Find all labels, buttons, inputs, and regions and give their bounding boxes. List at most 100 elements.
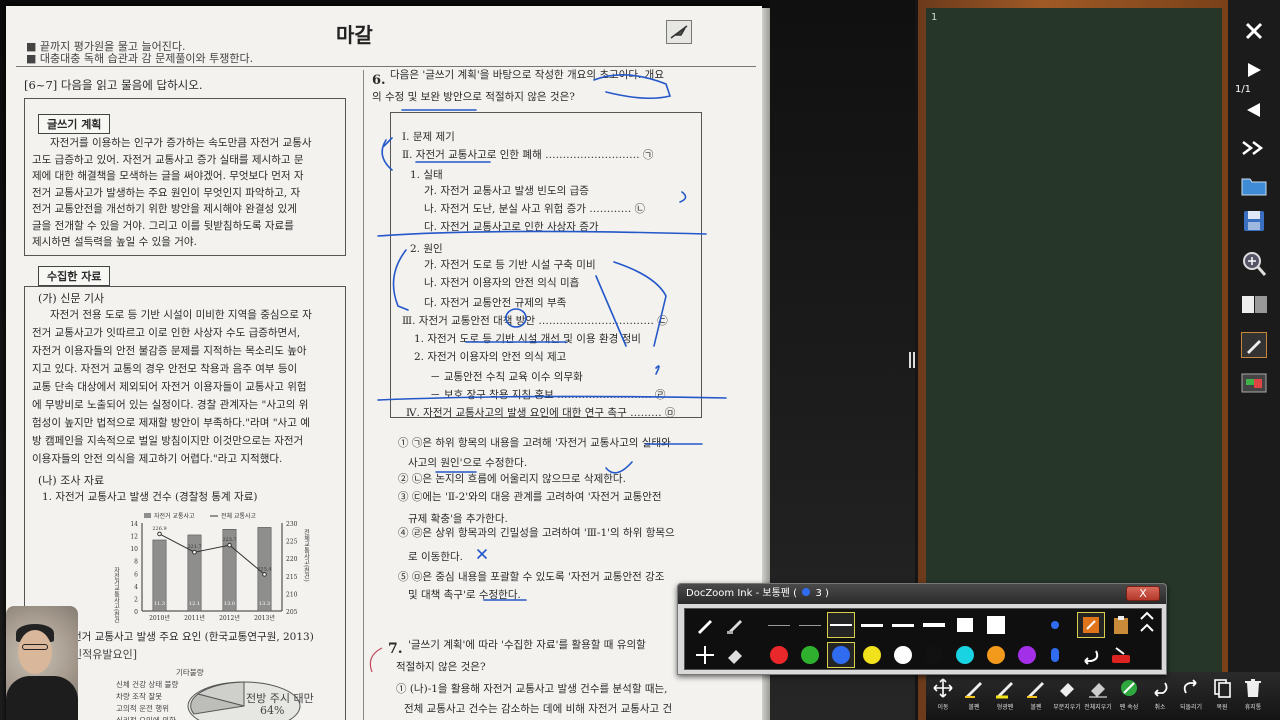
color-swatch-icon [1018, 646, 1036, 664]
color-swatch-2[interactable] [796, 642, 824, 668]
bottom-tool-3[interactable]: 형광펜 [990, 676, 1020, 716]
color-swatch-8[interactable] [982, 642, 1010, 668]
bottom-tool-label: 이동 [937, 704, 949, 711]
paste-tool[interactable] [1107, 612, 1135, 638]
move-icon [696, 646, 714, 664]
color-swatch-7[interactable] [951, 642, 979, 668]
color-dot-icon [1051, 621, 1059, 629]
ink-circle [593, 74, 672, 100]
trash-icon [1245, 679, 1261, 697]
ink-close-button[interactable]: X [1126, 586, 1160, 601]
save-button[interactable] [1228, 206, 1280, 236]
bottom-tool-11[interactable]: 휴지통 [1238, 676, 1268, 716]
bottom-tool-6[interactable]: 전체지우기 [1083, 676, 1113, 716]
clipboard-icon [1114, 616, 1128, 634]
color-swatch-4[interactable] [858, 642, 886, 668]
line-width-5[interactable] [889, 612, 917, 638]
line-width-1[interactable] [765, 612, 793, 638]
next-page-button[interactable] [1228, 58, 1280, 82]
color-swatch-icon [801, 646, 819, 664]
screen-capture-button[interactable] [1228, 368, 1280, 398]
shape-tool-icon [1083, 617, 1099, 633]
ink-circle [505, 308, 527, 328]
size-square-large[interactable] [982, 612, 1010, 638]
splitter-handle[interactable] [909, 352, 915, 368]
color-swatch-5[interactable] [889, 642, 917, 668]
fill-toggle[interactable] [1041, 642, 1069, 668]
eraser-all-icon [1089, 683, 1107, 698]
pen-icon [698, 620, 712, 634]
current-color-dot [802, 588, 811, 596]
square-size-icon [987, 616, 1005, 634]
color-swatch-icon [863, 646, 881, 664]
color-swatch-1[interactable] [765, 642, 793, 668]
move-icon [933, 678, 953, 698]
page-indicator: 1/1 [1234, 84, 1252, 95]
color-swatch-icon [894, 646, 912, 664]
page-view-button[interactable] [1228, 290, 1280, 320]
ink-check [605, 461, 633, 474]
ink-palette-body [684, 608, 1162, 670]
collapse-button[interactable] [1133, 611, 1161, 638]
line-width-2[interactable] [796, 612, 824, 638]
ink-red-mark [369, 647, 383, 673]
line-width-4[interactable] [858, 612, 886, 638]
redo-icon [1183, 679, 1197, 694]
bottom-tool-10[interactable]: 복원 [1207, 676, 1237, 716]
color-swatch-icon [925, 646, 943, 664]
bottom-tool-9[interactable]: 되돌리기 [1176, 676, 1206, 716]
prev-arrow-icon [1247, 103, 1260, 117]
size-square-small[interactable] [951, 612, 979, 638]
highlighter-tool[interactable] [721, 612, 749, 638]
zoom-button[interactable] [1228, 248, 1280, 280]
bottom-tool-label: 취소 [1154, 704, 1166, 711]
eraser-icon [728, 650, 742, 664]
undo-icon [1084, 650, 1099, 665]
fill-icon [1051, 648, 1059, 662]
line-width-6[interactable] [920, 612, 948, 638]
bottom-tool-label: 볼펜 [968, 704, 980, 711]
pen-icon [965, 682, 982, 698]
close-button[interactable] [1228, 16, 1280, 46]
ink-palette-title[interactable]: DocZoom Ink - 보통펜 ( 3 ) [678, 584, 1166, 604]
color-swatch-3[interactable] [827, 642, 855, 668]
bottom-tool-7[interactable]: 펜 속성 [1114, 676, 1144, 716]
ink-separator-line [377, 395, 727, 401]
open-folder-button[interactable] [1228, 170, 1280, 200]
pages-icon [1242, 296, 1267, 313]
line-width-icon [892, 623, 914, 627]
off-toggle[interactable] [1107, 642, 1135, 668]
bottom-tool-4[interactable]: 볼펜 [1021, 676, 1051, 716]
eraser-tool[interactable] [721, 642, 749, 668]
pen-mode-button[interactable] [1228, 330, 1280, 360]
exam-page: ■ 끝까지 평가원을 물고 늘어진다. ■ 대충대충 독해 습관과 감 문제풀이… [6, 6, 762, 720]
ink-title-suffix: ) [825, 588, 829, 599]
shape-tool[interactable] [1077, 612, 1105, 638]
opacity-toggle[interactable] [1041, 612, 1069, 638]
ink-title-count: 3 [815, 588, 822, 599]
zoom-icon [1243, 252, 1267, 276]
color-swatch-9[interactable] [1013, 642, 1041, 668]
ink-check [679, 191, 687, 203]
bottom-tool-label: 부분지우기 [1053, 704, 1081, 711]
ink-x-mark [477, 549, 487, 559]
close-icon [1245, 22, 1263, 40]
bottom-tool-2[interactable]: 볼펜 [959, 676, 989, 716]
color-swatch-6[interactable] [920, 642, 948, 668]
prev-page-button[interactable] [1228, 98, 1280, 122]
undo-tool[interactable] [1077, 642, 1105, 668]
move-tool[interactable] [691, 642, 719, 668]
line-width-3[interactable] [827, 612, 855, 638]
ink-scribble [595, 261, 667, 347]
square-size-icon [957, 618, 973, 632]
right-toolbar [1228, 0, 1280, 720]
bottom-tool-5[interactable]: 부분지우기 [1052, 676, 1082, 716]
bottom-tool-1[interactable]: 이동 [928, 676, 958, 716]
bottom-toolbar: 이동 볼펜 형광펜 볼펜 부분지우기 전체지우기 펜 속성 취소 되돌리기 복원 휴지통 [926, 672, 1280, 720]
fast-forward-button[interactable] [1228, 136, 1280, 160]
pen-mode-icon [1241, 332, 1267, 358]
screen: ■ 끝까지 평가원을 물고 늘어진다. ■ 대충대충 독해 습관과 감 문제풀이… [0, 0, 1280, 720]
pen-tool[interactable] [691, 612, 719, 638]
line-width-icon [861, 623, 883, 627]
bottom-tool-8[interactable]: 취소 [1145, 676, 1175, 716]
